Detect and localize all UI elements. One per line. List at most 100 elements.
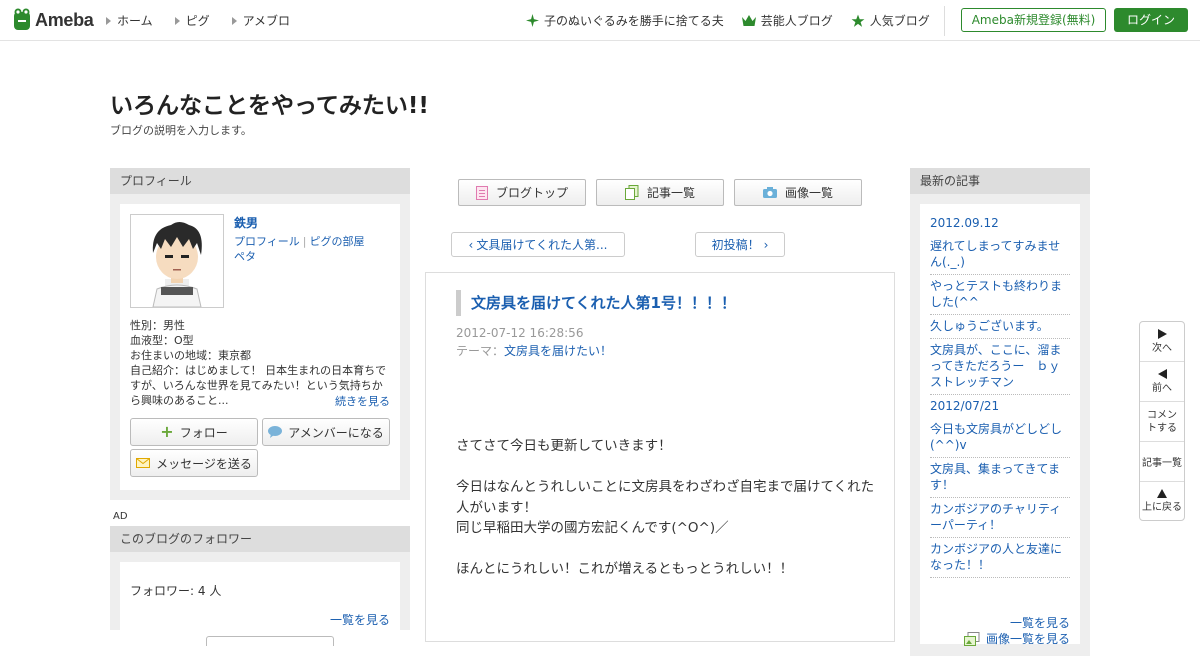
body-line: ほんとにうれしい！これが増えるともっとうれしい！！ — [456, 561, 794, 577]
recent-article-link[interactable]: カンボジアのチャリティーパーティ！ — [930, 498, 1070, 538]
nav-label: アメブロ — [242, 14, 291, 28]
amember-button[interactable]: アメンバーになる — [262, 418, 390, 446]
first-post-button[interactable]: 初投稿！ › — [695, 232, 785, 257]
followers-heading: このブログのフォロワー — [110, 526, 410, 552]
triangle-up-icon — [1157, 489, 1167, 498]
previous-article-button[interactable]: ‹ 文具届けてくれた人第... — [451, 232, 625, 257]
camera-icon — [762, 187, 777, 198]
chevron-left-icon: ‹ — [468, 237, 474, 252]
followers-more-link[interactable]: 一覧を見る — [330, 611, 390, 628]
recent-article-link[interactable]: 今日も文房具がどしどし(^^)v — [930, 418, 1070, 458]
blog-nav-buttons: ブログトップ 記事一覧 画像一覧 — [458, 179, 862, 206]
trending-label: 芸能人ブログ — [760, 14, 833, 28]
next-label: 次へ — [1152, 343, 1172, 354]
profile-links: プロフィール | ピグの部屋 ペタ — [234, 234, 394, 264]
recent-article-link[interactable]: 久しゅうございます。 — [930, 315, 1070, 339]
triangle-right-icon — [174, 16, 180, 25]
triangle-right-icon — [231, 16, 237, 25]
recent-article-link[interactable]: 遅れてしまってすみません(._.) — [930, 235, 1070, 275]
body-line: さてさて今日も更新していきます！ — [456, 438, 672, 454]
blog-description: ブログの説明を入力します。 — [110, 124, 252, 137]
recent-date: 2012/07/21 — [930, 399, 1000, 413]
trending-label: 子のぬいぐるみを勝手に捨てる夫 — [544, 14, 724, 28]
follower-count-unit: 人 — [205, 584, 222, 598]
first-post-label: 初投稿！ — [711, 238, 760, 252]
global-nav: ホーム ピグ アメブロ — [106, 12, 290, 29]
profile-name-link[interactable]: 鉄男 — [234, 214, 258, 231]
prev-button[interactable]: 前へ — [1140, 362, 1184, 402]
plus-icon: + — [160, 422, 174, 441]
followers-box: フォロワー: 4 人 一覧を見る — [110, 552, 410, 646]
back-to-top-button[interactable]: 上に戻る — [1140, 482, 1184, 520]
follow-button[interactable]: + フォロー — [130, 418, 258, 446]
article-body: さてさて今日も更新していきます！ 今日はなんとうれしいことに文房具をわざわざ自宅… — [456, 436, 876, 580]
recent-article-link[interactable]: 文房具が、ここに、溜まってきただろうー ｂｙストレッチマン — [930, 339, 1070, 395]
pigg-room-link[interactable]: ピグの部屋 — [310, 235, 365, 248]
avatar[interactable] — [130, 214, 224, 308]
trending-label: 人気ブログ — [869, 14, 930, 28]
profile-gender: 性別：男性 — [130, 319, 185, 332]
sparkle-icon — [526, 14, 539, 27]
recent-article-link[interactable]: カンボジアの人と友達になった！！ — [930, 538, 1070, 578]
recent-heading: 最新の記事 — [910, 168, 1090, 194]
recent-article-link[interactable]: やっとテストも終わりました(^^ — [930, 275, 1070, 315]
profile-link[interactable]: プロフィール — [234, 235, 300, 248]
trending-link-topic[interactable]: 子のぬいぐるみを勝手に捨てる夫 — [526, 12, 724, 29]
login-button[interactable]: ログイン — [1114, 8, 1188, 32]
nav-item-home[interactable]: ホーム — [106, 12, 153, 29]
body-line — [456, 457, 876, 478]
link-separator: | — [302, 235, 307, 248]
comment-button[interactable]: コメントする — [1140, 402, 1184, 442]
article-title[interactable]: 文房具を届けてくれた人第1号！！！！ — [456, 290, 736, 316]
ameba-logo[interactable]: Ameba — [12, 8, 94, 32]
profile-heading: プロフィール — [110, 168, 410, 194]
previous-article-label: 文具届けてくれた人第... — [476, 238, 608, 252]
theme-link[interactable]: 文房具を届けたい！ — [504, 344, 612, 358]
image-list-button[interactable]: 画像一覧 — [734, 179, 862, 206]
recent-date: 2012.09.12 — [930, 216, 999, 230]
image-list-more[interactable]: 画像一覧を見る — [963, 630, 1070, 647]
star-icon — [851, 14, 865, 27]
nav-item-ameblo[interactable]: アメブロ — [231, 12, 291, 29]
article-date: 2012-07-12 16:28:56 — [456, 326, 584, 340]
global-header: Ameba ホーム ピグ アメブロ 子のぬいぐるみを勝手に捨てる夫 芸能人ブログ… — [0, 0, 1200, 41]
profile-panel: プロフィール 鉄男 プロフィール | ピグの部屋 ペタ 性別：男性 血液型：O型… — [110, 168, 410, 500]
nav-label: ピグ — [185, 14, 210, 28]
trending-link-popular[interactable]: 人気ブログ — [851, 12, 930, 29]
trending-link-celebrity[interactable]: 芸能人ブログ — [741, 12, 833, 29]
recent-articles-panel: 最新の記事 2012.09.12 遅れてしまってすみません(._.) やっとテス… — [910, 168, 1090, 656]
body-line — [456, 539, 876, 560]
nav-item-pigg[interactable]: ピグ — [174, 12, 210, 29]
blog-top-button[interactable]: ブログトップ — [458, 179, 586, 206]
floating-side-nav: 次へ 前へ コメントする 記事一覧 上に戻る — [1139, 321, 1185, 521]
follower-count-label: フォロワー: — [130, 584, 198, 598]
followers-inner: フォロワー: 4 人 一覧を見る — [120, 562, 400, 646]
trending-links: 子のぬいぐるみを勝手に捨てる夫 芸能人ブログ 人気ブログ — [526, 12, 930, 29]
image-list-more-link[interactable]: 画像一覧を見る — [986, 630, 1070, 647]
triangle-right-icon — [106, 16, 111, 25]
crown-icon — [741, 15, 756, 26]
envelope-icon — [136, 458, 151, 468]
side-article-list-button[interactable]: 記事一覧 — [1140, 442, 1184, 482]
article-list-button[interactable]: 記事一覧 — [596, 179, 724, 206]
recent-more-link[interactable]: 一覧を見る — [1010, 614, 1070, 631]
play-right-icon — [1157, 329, 1167, 339]
ad-label: AD — [113, 511, 128, 522]
send-message-label: メッセージを送る — [156, 456, 252, 471]
recent-article-link[interactable]: 文房具、集まってきてます！ — [930, 458, 1070, 498]
article-theme: テーマ：文房具を届けたい！ — [456, 342, 612, 359]
image-gallery-icon — [963, 631, 980, 646]
profile-read-more-link[interactable]: 続きを見る — [335, 393, 390, 409]
profile-area: お住まいの地域：東京都 — [130, 349, 251, 362]
recent-inner: 2012.09.12 遅れてしまってすみません(._.) やっとテストも終わりま… — [920, 204, 1080, 647]
blog-title[interactable]: いろんなことをやってみたい!! — [110, 86, 429, 120]
amember-label: アメンバーになる — [288, 425, 384, 440]
send-message-button[interactable]: メッセージを送る — [130, 449, 258, 477]
prev-label: 前へ — [1152, 383, 1172, 394]
followers-panel: このブログのフォロワー — [110, 526, 410, 552]
follow-button-partial[interactable] — [206, 636, 334, 646]
peta-link[interactable]: ペタ — [234, 250, 256, 263]
next-button[interactable]: 次へ — [1140, 322, 1184, 362]
register-button[interactable]: Ameba新規登録(無料) — [961, 8, 1106, 32]
ameba-frog-icon — [14, 8, 30, 30]
